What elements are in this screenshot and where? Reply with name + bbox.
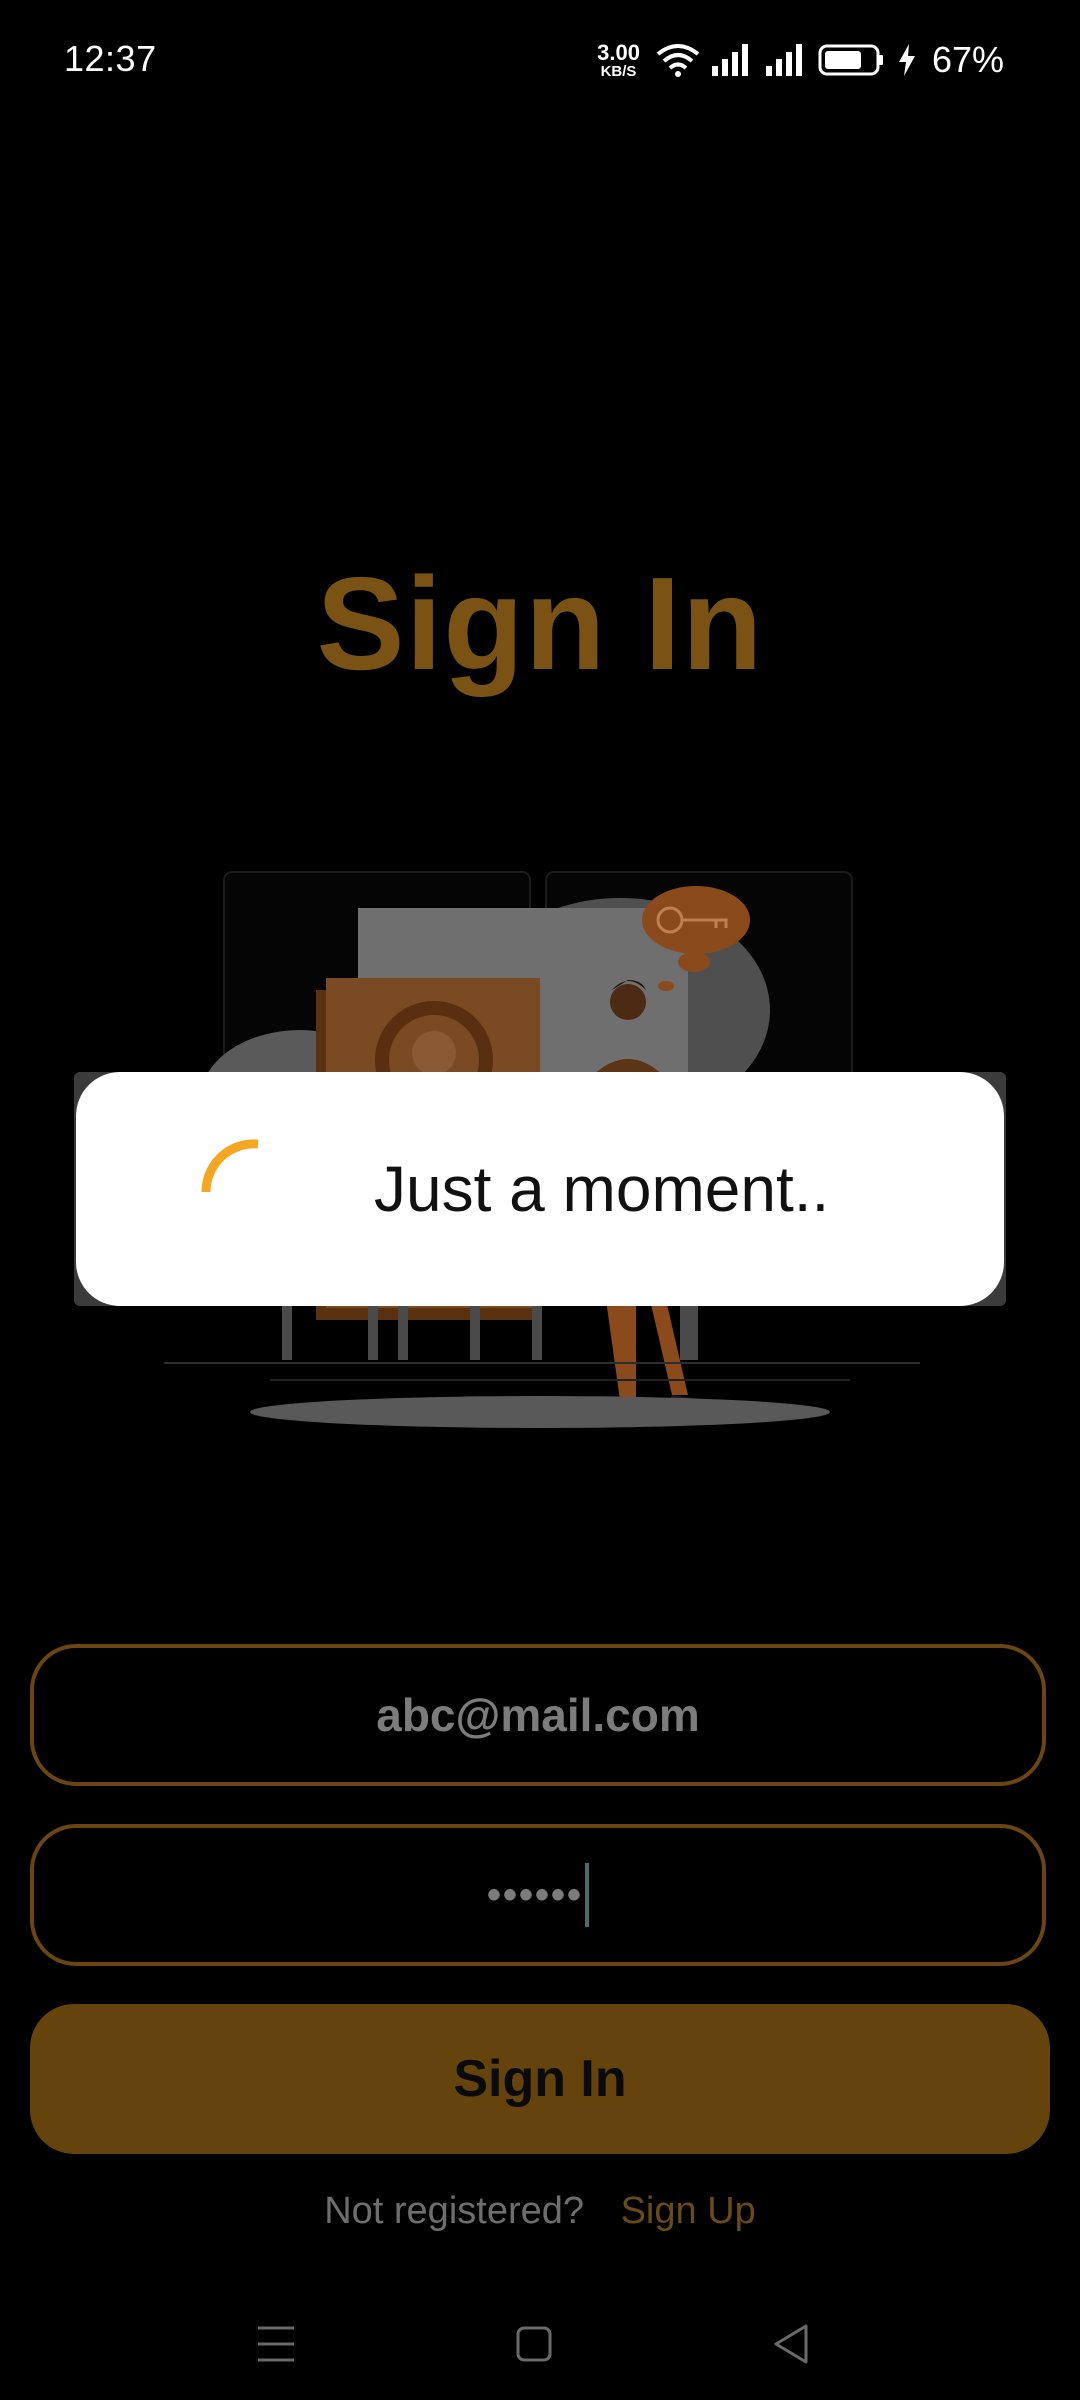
email-field[interactable]: abc@mail.com [30,1644,1046,1786]
password-value: •••••• [486,1872,584,1917]
password-field[interactable]: •••••• [30,1824,1046,1966]
network-speed-value: 3.00 [597,39,640,65]
status-bar: 12:37 3.00 KB/S 67% [0,0,1080,120]
email-value: abc@mail.com [376,1689,700,1741]
charging-icon [898,44,915,76]
network-speed-unit: KB/S [600,62,637,80]
navigation-bar [0,2290,1080,2400]
status-time: 12:37 [64,38,157,79]
wifi-icon [656,44,700,77]
home-icon[interactable] [504,2314,564,2374]
signal-icon [711,44,748,76]
status-icons: 3.00 KB/S 67% [597,36,1004,84]
signal-icon [765,44,802,76]
register-row: Not registered? Sign Up [0,2190,1080,2233]
page-title: Sign In [316,550,764,697]
battery-icon [818,44,883,76]
loading-dialog: Just a moment.. [76,1072,1004,1306]
dialog-message: Just a moment.. [374,1153,830,1225]
loading-spinner-icon [201,1139,259,1193]
menu-icon[interactable] [246,2314,306,2374]
text-caret [585,1863,590,1927]
battery-percent: 67% [931,39,1004,80]
sign-in-button[interactable]: Sign In [30,2004,1050,2154]
network-speed: 3.00 KB/S [597,39,640,80]
sign-up-link[interactable]: Sign Up [621,2190,756,2232]
back-icon[interactable] [762,2314,822,2374]
not-registered-text: Not registered? [324,2190,585,2232]
